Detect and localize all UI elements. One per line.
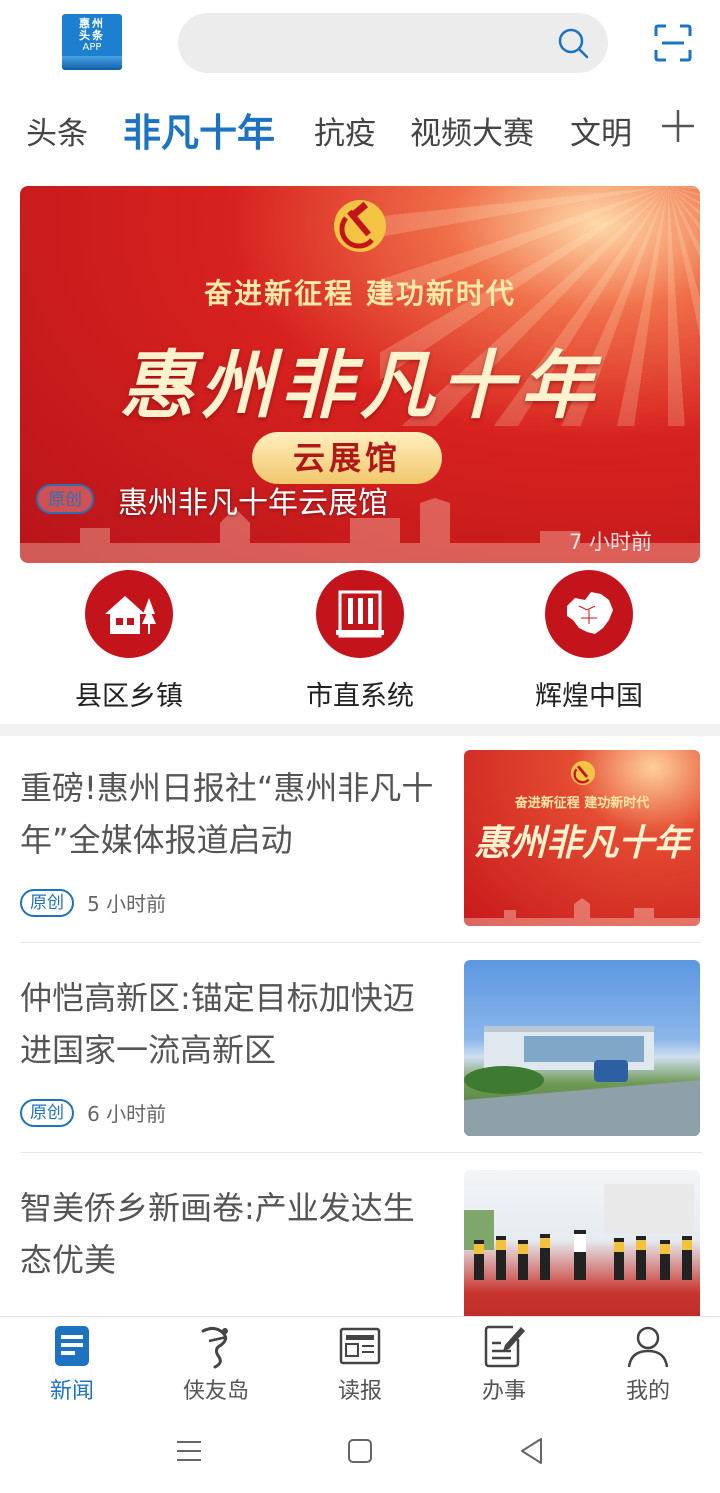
nav-label: 我的	[625, 1379, 670, 1404]
nav-label: 读报	[337, 1379, 382, 1404]
home-icon[interactable]	[343, 1434, 377, 1468]
nav-label: 侠友岛	[182, 1379, 249, 1404]
logo-text-line2: 头条	[79, 29, 105, 42]
building-icon	[336, 590, 384, 638]
list-item[interactable]: 智美侨乡新画卷:产业发达生态优美	[20, 1170, 702, 1316]
list-item[interactable]: 仲恺高新区:锚定目标加快迈进国家一流高新区 原创 6 小时前	[20, 960, 702, 1150]
category-circle	[316, 570, 404, 658]
banner-pill: 云展馆	[252, 432, 442, 484]
news-thumbnail	[464, 1170, 700, 1316]
logo-text-line3: APP	[82, 42, 102, 53]
banner-title: 惠州非凡十年云展馆	[118, 486, 388, 521]
newspaper-icon	[339, 1327, 381, 1365]
channel-tabs: 头条 非凡十年 抗疫 视频大赛 文明	[0, 100, 720, 162]
news-time: 6 小时前	[87, 1102, 167, 1126]
section-divider	[0, 724, 720, 736]
xiayoudao-icon	[201, 1326, 228, 1369]
hammer-sickle-emblem-icon	[334, 200, 386, 252]
thumbnail-calligraphy: 惠州非凡十年	[473, 822, 690, 864]
news-title: 智美侨乡新画卷:产业发达生态优美	[20, 1189, 415, 1279]
news-meta: 原创 6 小时前	[20, 1098, 166, 1128]
campus-photo	[464, 1026, 700, 1136]
category-circle	[545, 570, 633, 658]
nav-xiayoudao[interactable]: 侠友岛	[156, 1323, 276, 1405]
house-icon	[105, 596, 156, 634]
tab-wenming[interactable]: 文明	[570, 108, 632, 153]
nav-label: 办事	[481, 1379, 526, 1404]
category-glorious-china[interactable]: 辉煌中国	[489, 570, 689, 713]
app-logo[interactable]: 惠州 头条 APP	[62, 14, 122, 70]
bottom-navigation: 新闻 侠友岛 读报 办事 我的	[0, 1316, 720, 1408]
news-title: 仲恺高新区:锚定目标加快迈进国家一流高新区	[20, 979, 415, 1069]
nav-services[interactable]: 办事	[444, 1323, 564, 1405]
system-navigation-bar	[0, 1408, 720, 1493]
tab-feifan-shinian[interactable]: 非凡十年	[123, 102, 275, 157]
list-item[interactable]: 重磅!惠州日报社“惠州非凡十年”全媒体报道启动 原创 5 小时前 奋进新征程 建…	[20, 750, 702, 940]
news-meta: 原创 5 小时前	[20, 888, 166, 918]
search-icon[interactable]	[556, 26, 590, 60]
news-time: 5 小时前	[87, 892, 167, 916]
banner-slogan: 奋进新征程 建功新时代	[204, 277, 516, 310]
tab-video-contest[interactable]: 视频大赛	[410, 108, 534, 153]
banner-original-tag: 原创	[36, 484, 94, 514]
scan-icon[interactable]	[654, 24, 692, 62]
list-divider	[20, 1152, 702, 1153]
category-city-systems[interactable]: 市直系统	[260, 570, 460, 713]
nav-profile[interactable]: 我的	[588, 1323, 708, 1405]
nav-news[interactable]: 新闻	[12, 1323, 132, 1405]
hammer-sickle-emblem-icon	[570, 760, 596, 786]
logo-wave-decoration	[62, 56, 122, 70]
list-divider	[20, 942, 702, 943]
menu-icon[interactable]	[172, 1434, 206, 1468]
original-tag: 原创	[20, 888, 74, 917]
thumbnail-slogan: 奋进新征程 建功新时代	[514, 796, 650, 811]
category-label: 县区乡镇	[75, 681, 183, 712]
news-thumbnail: 奋进新征程 建功新时代 惠州非凡十年	[464, 750, 700, 926]
news-thumbnail	[464, 960, 700, 1136]
search-input[interactable]	[178, 13, 608, 73]
news-icon	[55, 1326, 89, 1366]
category-label: 辉煌中国	[535, 681, 643, 712]
featured-banner[interactable]: 奋进新征程 建功新时代 惠州非凡十年 云展馆 原创 惠州非凡十年云展馆 7 小时…	[20, 186, 700, 563]
nav-read-paper[interactable]: 读报	[300, 1323, 420, 1405]
city-skyline-decoration	[464, 898, 700, 926]
banner-calligraphy: 惠州非凡十年	[120, 343, 600, 429]
category-circle	[85, 570, 173, 658]
banner-time: 7 小时前	[568, 530, 652, 554]
original-tag: 原创	[20, 1098, 74, 1127]
students-photo	[464, 1184, 694, 1280]
category-label: 市直系统	[306, 681, 414, 712]
news-title: 重磅!惠州日报社“惠州非凡十年”全媒体报道启动	[20, 769, 434, 859]
tab-toutiao[interactable]: 头条	[26, 108, 88, 153]
category-county-towns[interactable]: 县区乡镇	[29, 570, 229, 713]
top-bar: 惠州 头条 APP	[0, 0, 720, 90]
services-icon	[484, 1325, 525, 1368]
china-map-icon	[567, 592, 613, 634]
add-channel-icon[interactable]	[660, 108, 696, 144]
back-icon[interactable]	[515, 1434, 549, 1468]
profile-icon	[627, 1326, 669, 1368]
nav-label: 新闻	[49, 1379, 94, 1404]
tab-kangyi[interactable]: 抗疫	[314, 108, 376, 153]
